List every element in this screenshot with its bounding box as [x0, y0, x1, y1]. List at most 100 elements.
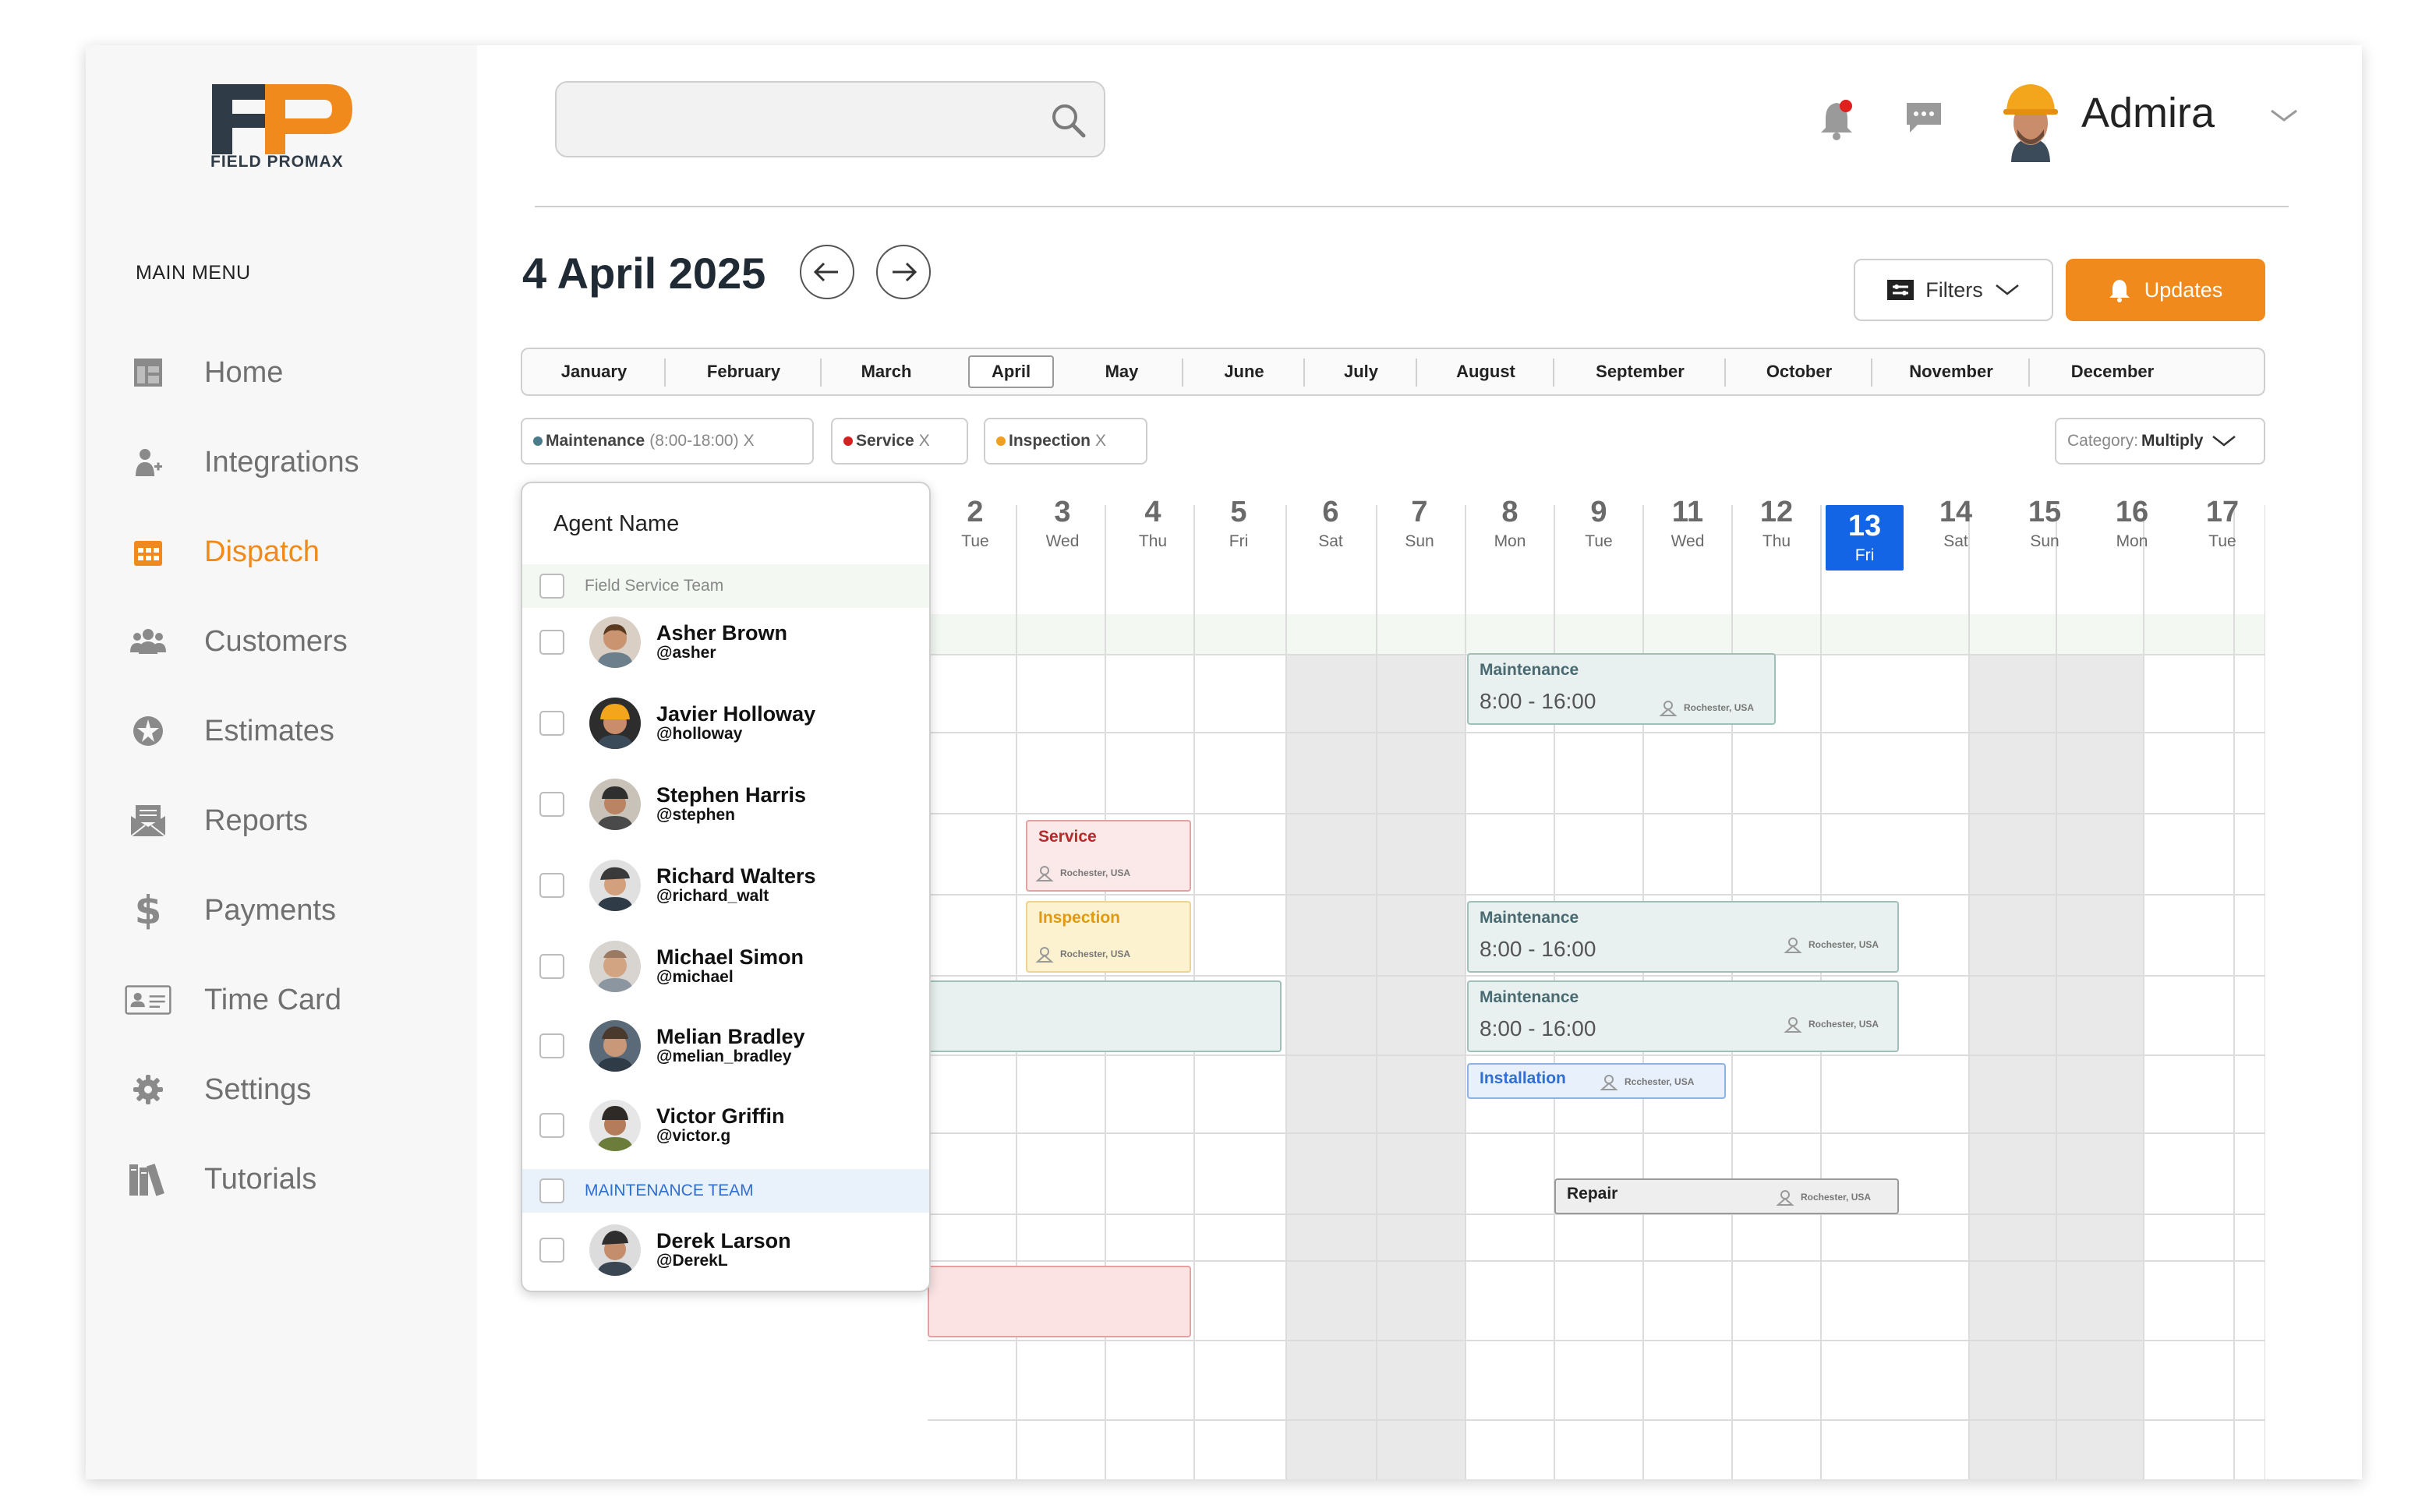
chat-icon[interactable] — [1904, 100, 1944, 136]
day-header[interactable]: 15 Sun — [2000, 482, 2089, 551]
nav-customers-label: Customers — [204, 624, 348, 658]
filter-chip-inspection[interactable]: Inspection X — [984, 418, 1147, 465]
event-maintenance[interactable]: Maintenance 8:00 - 16:00 Rochester, USA — [1467, 653, 1776, 725]
group-label: Field Service Team — [585, 577, 724, 595]
agent-row[interactable]: Victor Griffin @victor.g — [522, 1094, 929, 1157]
chip-close-icon[interactable]: X — [1095, 432, 1106, 450]
event-service[interactable]: Service Rochester, USA — [1026, 820, 1191, 892]
month-tab-may[interactable]: May — [1060, 349, 1183, 394]
event-service-bar[interactable] — [928, 1266, 1191, 1337]
updates-button[interactable]: Updates — [2066, 259, 2265, 321]
agent-checkbox[interactable] — [539, 873, 564, 898]
chip-close-icon[interactable]: X — [919, 432, 930, 450]
day-header[interactable]: 12 Thu — [1732, 482, 1821, 551]
day-header[interactable]: 4 Thu — [1108, 482, 1197, 551]
day-header[interactable]: 6 Sat — [1286, 482, 1375, 551]
day-header[interactable]: 8 Mon — [1465, 482, 1554, 551]
search-icon[interactable] — [1049, 101, 1087, 139]
agent-checkbox[interactable] — [539, 1033, 564, 1058]
month-tab-september[interactable]: September — [1554, 349, 1726, 394]
event-maintenance-bar[interactable] — [928, 980, 1282, 1052]
updates-label: Updates — [2144, 277, 2223, 302]
user-avatar[interactable] — [1996, 78, 2066, 162]
notification-bell-icon[interactable] — [1818, 98, 1855, 142]
event-maintenance[interactable]: Maintenance 8:00 - 16:00 Rochester, USA — [1467, 901, 1899, 973]
agent-row[interactable]: Michael Simon @michael — [522, 935, 929, 998]
agent-row[interactable]: Richard Walters @richard_walt — [522, 854, 929, 917]
day-header[interactable]: 16 Mon — [2088, 482, 2176, 551]
current-date-title: 4 April 2025 — [522, 249, 766, 298]
search-box[interactable] — [555, 81, 1105, 157]
group-row-field-service[interactable]: Field Service Team — [522, 564, 929, 608]
nav-customers[interactable]: Customers — [125, 618, 452, 665]
day-header[interactable]: 3 Wed — [1018, 482, 1107, 551]
group-checkbox[interactable] — [539, 574, 564, 599]
group-row-maintenance-team[interactable]: MAINTENANCE TEAM — [522, 1169, 929, 1213]
month-tab-november[interactable]: November — [1872, 349, 2030, 394]
search-input[interactable] — [574, 95, 1026, 143]
day-header[interactable]: 11 Wed — [1643, 482, 1732, 551]
category-select[interactable]: Category: Multiply — [2055, 418, 2265, 465]
nav-settings[interactable]: Settings — [125, 1066, 452, 1113]
month-tab-august[interactable]: August — [1417, 349, 1554, 394]
nav-home[interactable]: Home — [125, 349, 452, 396]
nav-home-label: Home — [204, 355, 284, 389]
next-date-button[interactable] — [876, 245, 931, 299]
user-plus-icon — [125, 443, 171, 482]
month-tab-january[interactable]: January — [522, 349, 666, 394]
filter-chip-service[interactable]: Service X — [831, 418, 968, 465]
prev-date-button[interactable] — [800, 245, 854, 299]
agent-row[interactable]: Javier Holloway @holloway — [522, 692, 929, 754]
event-maintenance[interactable]: Maintenance 8:00 - 16:00 Rochester, USA — [1467, 980, 1899, 1052]
chip-label: Service — [856, 432, 914, 450]
group-checkbox[interactable] — [539, 1178, 564, 1203]
event-inspection[interactable]: Inspection Rochester, USA — [1026, 901, 1191, 973]
agent-checkbox[interactable] — [539, 1238, 564, 1263]
nav-estimates[interactable]: Estimates — [125, 708, 452, 754]
month-tab-october[interactable]: October — [1726, 349, 1872, 394]
chip-close-icon[interactable]: X — [744, 432, 755, 450]
agent-handle: @michael — [656, 968, 734, 986]
month-selector: January February March April May June Ju… — [521, 348, 2265, 396]
nav-reports[interactable]: Reports — [125, 797, 452, 844]
agent-row[interactable]: Asher Brown @asher — [522, 611, 929, 673]
day-header[interactable]: 2 Tue — [931, 482, 1020, 551]
nav-payments[interactable]: $ Payments — [125, 887, 452, 934]
agent-checkbox[interactable] — [539, 630, 564, 655]
maintenance-dot-icon — [533, 436, 543, 446]
agent-checkbox[interactable] — [539, 954, 564, 979]
day-header[interactable]: 9 Tue — [1554, 482, 1643, 551]
day-header[interactable]: 5 Fri — [1194, 482, 1283, 551]
day-header-today[interactable]: 13 Fri — [1826, 505, 1904, 571]
agent-avatar — [589, 779, 641, 830]
nav-time-card[interactable]: Time Card — [125, 977, 452, 1023]
location-pin-icon — [1035, 947, 1054, 963]
filter-chip-maintenance[interactable]: Maintenance (8:00-18:00) X — [521, 418, 814, 465]
user-name[interactable]: Admira — [2081, 89, 2215, 137]
day-header[interactable]: 14 Sat — [1911, 482, 2000, 551]
agent-row[interactable]: Melian Bradley @melian_bradley — [522, 1015, 929, 1077]
month-tab-june[interactable]: June — [1183, 349, 1305, 394]
month-tab-march[interactable]: March — [822, 349, 951, 394]
agent-name: Michael Simon — [656, 945, 804, 969]
nav-dispatch[interactable]: Dispatch — [125, 528, 452, 575]
month-tab-july[interactable]: July — [1305, 349, 1417, 394]
agent-row[interactable]: Derek Larson @DerekL — [522, 1219, 929, 1281]
day-header[interactable]: 17 Tue — [2178, 482, 2267, 551]
chevron-down-icon[interactable] — [2268, 108, 2300, 123]
month-tab-april[interactable]: April — [968, 349, 1054, 394]
agent-checkbox[interactable] — [539, 711, 564, 736]
filters-button[interactable]: Filters — [1854, 259, 2053, 321]
nav-tutorials[interactable]: Tutorials — [125, 1156, 452, 1203]
day-header[interactable]: 7 Sun — [1375, 482, 1464, 551]
id-card-icon — [125, 980, 171, 1019]
month-tab-december[interactable]: December — [2030, 349, 2195, 394]
agent-row[interactable]: Stephen Harris @stephen — [522, 773, 929, 835]
month-tab-february[interactable]: February — [666, 349, 822, 394]
agent-checkbox[interactable] — [539, 1113, 564, 1138]
event-installation[interactable]: Installation Rcchester, USA — [1467, 1063, 1726, 1099]
agent-handle: @DerekL — [656, 1252, 728, 1270]
event-repair[interactable]: Repair Rochester, USA — [1554, 1178, 1899, 1214]
nav-integrations[interactable]: Integrations — [125, 439, 452, 486]
agent-checkbox[interactable] — [539, 792, 564, 817]
